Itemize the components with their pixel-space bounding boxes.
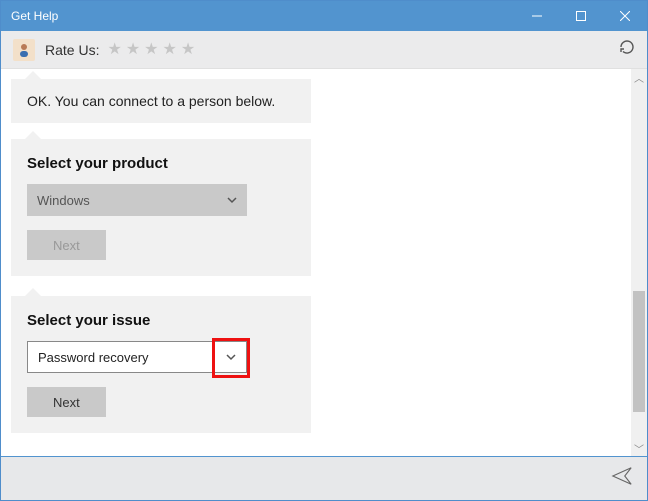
product-next-button[interactable]: Next [27,230,106,260]
window-title: Get Help [11,9,58,23]
issue-selected-value: Password recovery [38,350,216,365]
message-text: OK. You can connect to a person below. [27,93,275,109]
refresh-button[interactable] [619,39,635,60]
product-selected-value: Windows [37,193,217,208]
chevron-down-icon [217,184,247,216]
message-input-bar [1,456,647,500]
scroll-track[interactable] [631,85,647,440]
star-icon[interactable]: ★ [126,42,140,58]
product-select[interactable]: Windows [27,184,247,216]
scroll-down-icon[interactable]: ﹀ [631,440,647,456]
title-bar: Get Help [1,1,647,31]
star-icon[interactable]: ★ [163,42,177,58]
chevron-down-icon[interactable] [216,342,246,372]
issue-select[interactable]: Password recovery [27,341,247,373]
chat-content: OK. You can connect to a person below. S… [1,69,631,456]
star-icon[interactable]: ★ [181,42,195,58]
issue-heading: Select your issue [27,312,295,329]
close-button[interactable] [603,1,647,31]
issue-next-button[interactable]: Next [27,387,106,417]
agent-avatar-icon [13,39,35,61]
minimize-button[interactable] [515,1,559,31]
scroll-up-icon[interactable]: ︿ [631,69,647,85]
product-panel: Select your product Windows Next [11,139,311,276]
rating-stars[interactable]: ★ ★ ★ ★ ★ [107,42,195,58]
scroll-thumb[interactable] [633,291,645,412]
maximize-button[interactable] [559,1,603,31]
agent-message: OK. You can connect to a person below. [11,79,311,123]
scrollbar[interactable]: ︿ ﹀ [631,69,647,456]
star-icon[interactable]: ★ [107,42,121,58]
toolbar: Rate Us: ★ ★ ★ ★ ★ [1,31,647,69]
rate-us-label: Rate Us: [45,42,99,58]
star-icon[interactable]: ★ [144,42,158,58]
product-heading: Select your product [27,155,295,172]
issue-panel: Select your issue Password recovery Next [11,296,311,433]
send-button[interactable] [611,465,633,492]
